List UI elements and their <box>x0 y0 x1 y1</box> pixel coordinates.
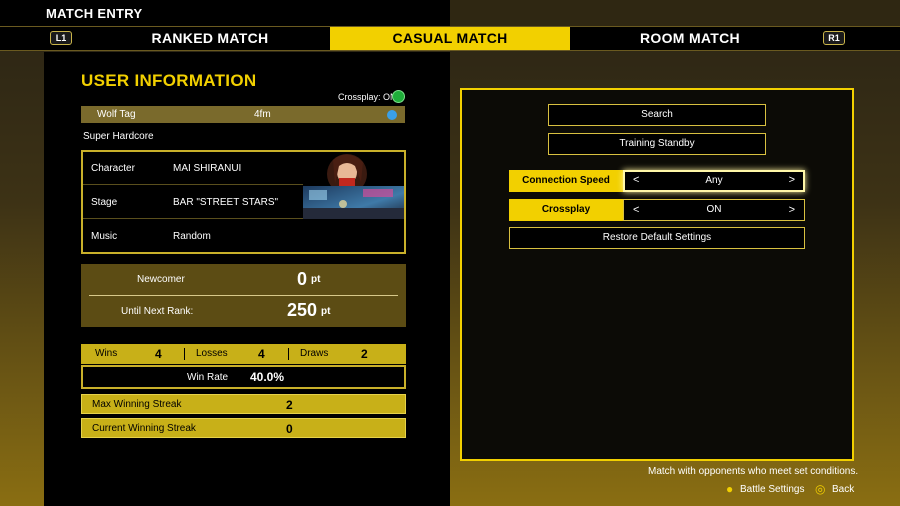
crossplay-value: ON <box>706 204 722 215</box>
top-bar: MATCH ENTRY <box>0 0 900 26</box>
losses-value: 4 <box>258 347 265 361</box>
crossplay-label: Crossplay <box>509 199 623 221</box>
chevron-left-icon[interactable]: < <box>633 171 639 189</box>
tag-label: Wolf Tag <box>97 109 136 120</box>
top-bar-shade <box>450 0 900 26</box>
back-button[interactable]: Back <box>832 484 854 495</box>
tab-room-match[interactable]: ROOM MATCH <box>570 27 810 50</box>
loadout-row-character: Character MAI SHIRANUI <box>83 152 404 186</box>
rank-box: Newcomer 0 pt Until Next Rank: 250 pt <box>81 264 406 327</box>
draws-label: Draws <box>300 348 329 359</box>
circle-button-icon: ◎ <box>815 482 826 496</box>
connection-speed-selector[interactable]: < Any > <box>623 170 805 192</box>
profile-icon <box>387 110 397 120</box>
training-standby-button[interactable]: Training Standby <box>548 133 766 155</box>
l1-button-icon[interactable]: L1 <box>50 31 72 45</box>
max-streak-bar: Max Winning Streak 2 <box>81 394 406 414</box>
next-rank-unit: pt <box>321 306 331 317</box>
wins-value: 4 <box>155 347 162 361</box>
divider <box>288 348 289 360</box>
draws-value: 2 <box>361 347 368 361</box>
crossplay-status: Crossplay: ON <box>338 92 397 102</box>
r1-button-icon[interactable]: R1 <box>823 31 845 45</box>
page-title: MATCH ENTRY <box>46 6 143 21</box>
globe-icon <box>392 90 405 103</box>
rank-points-unit: pt <box>311 274 321 285</box>
win-rate-label: Win Rate <box>187 372 229 383</box>
chevron-right-icon[interactable]: > <box>789 200 795 220</box>
connection-speed-row: Connection Speed < Any > <box>509 170 805 192</box>
match-tabs: L1 RANKED MATCH CASUAL MATCH ROOM MATCH … <box>0 26 900 51</box>
tag-value: 4fm <box>254 109 271 120</box>
rank-points: 0 <box>297 269 308 289</box>
help-text: Match with opponents who meet set condit… <box>648 466 859 477</box>
crossplay-selector[interactable]: < ON > <box>623 199 805 221</box>
divider <box>184 348 185 360</box>
loadout-value: MAI SHIRANUI <box>173 163 242 174</box>
loadout-row-music: Music Random <box>83 220 404 253</box>
search-button[interactable]: Search <box>548 104 766 126</box>
losses-label: Losses <box>196 348 228 359</box>
wins-label: Wins <box>95 348 118 359</box>
chevron-right-icon[interactable]: > <box>789 171 795 189</box>
connection-speed-value: Any <box>705 175 723 186</box>
current-streak-value: 0 <box>286 422 293 436</box>
loadout-key: Stage <box>91 197 118 208</box>
win-rate-value: 40.0% <box>250 370 285 384</box>
character-portrait <box>303 152 404 186</box>
rank-name: Newcomer <box>137 274 185 285</box>
max-streak-value: 2 <box>286 398 293 412</box>
loadout-key: Music <box>91 231 118 242</box>
current-streak-bar: Current Winning Streak 0 <box>81 418 406 438</box>
battle-settings-button[interactable]: Battle Settings <box>740 484 804 495</box>
player-tag-bar: Wolf Tag 4fm <box>81 106 405 123</box>
current-streak-label: Current Winning Streak <box>92 423 196 434</box>
loadout-value: BAR "STREET STARS" <box>173 197 279 208</box>
player-title: Super Hardcore <box>83 131 154 142</box>
user-info-title: USER INFORMATION <box>81 71 257 90</box>
crossplay-row: Crossplay < ON > <box>509 199 805 221</box>
restore-defaults-button[interactable]: Restore Default Settings <box>509 227 805 249</box>
connection-speed-label: Connection Speed <box>509 170 623 192</box>
loadout-value: Random <box>173 231 211 242</box>
next-rank-label: Until Next Rank: <box>121 306 194 317</box>
loadout-box: Character MAI SHIRANUI Stage BAR "STREET… <box>81 150 406 254</box>
next-rank-points: 250 <box>287 300 318 320</box>
tab-ranked-match[interactable]: RANKED MATCH <box>90 27 330 50</box>
loadout-row-stage: Stage BAR "STREET STARS" <box>83 186 404 219</box>
loadout-key: Character <box>91 163 135 174</box>
rank-divider <box>89 295 398 296</box>
max-streak-label: Max Winning Streak <box>92 399 182 410</box>
stage-thumbnail <box>303 186 404 219</box>
chevron-left-icon[interactable]: < <box>633 200 639 220</box>
l3-stick-icon: ● <box>726 482 734 496</box>
tab-casual-match[interactable]: CASUAL MATCH <box>330 27 570 50</box>
record-bar: Wins 4 Losses 4 Draws 2 <box>81 344 406 364</box>
win-rate-box: Win Rate 40.0% <box>81 365 406 389</box>
